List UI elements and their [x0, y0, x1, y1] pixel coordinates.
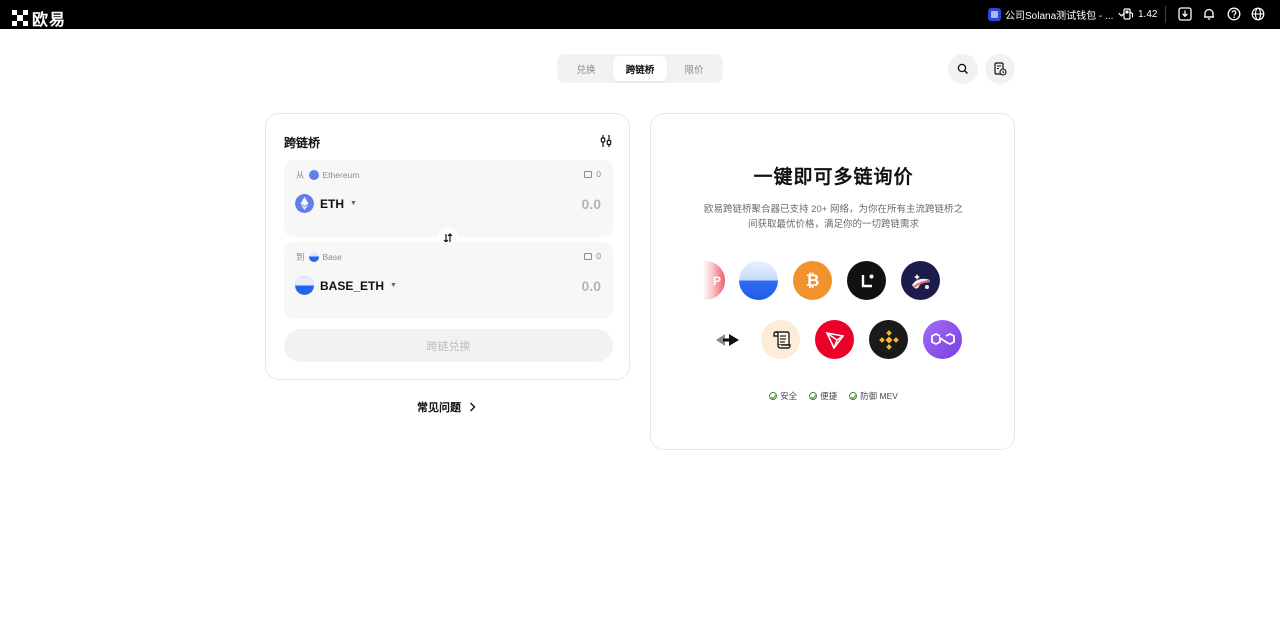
okx-logo[interactable]: 欧易 [12, 6, 66, 30]
wallet-selector[interactable]: 公司Solana测试钱包 - ... [988, 7, 1126, 22]
top-nav-bar: 欧易 公司Solana测试钱包 - ... 1.42 [0, 0, 1280, 29]
to-panel: 到 Base 0 BASE_ETH ▼ 0.0 [284, 242, 613, 319]
caret-down-icon: ▼ [350, 200, 357, 207]
bridge-title: 跨链桥 [284, 136, 321, 150]
bnb-diamond-icon [878, 329, 899, 350]
tab-limit[interactable]: 限价 [667, 56, 721, 81]
wallet-name: 公司Solana测试钱包 - ... [1005, 11, 1114, 22]
from-balance: 0 [584, 169, 601, 179]
from-prefix: 从 [296, 170, 305, 180]
wallet-balance-icon [584, 170, 593, 178]
download-icon[interactable] [1178, 7, 1192, 21]
wallet-icon [988, 8, 1001, 21]
check-circle-icon [809, 392, 818, 400]
help-icon[interactable] [1227, 7, 1241, 21]
settings-sliders-icon[interactable] [599, 134, 613, 148]
history-button[interactable] [985, 54, 1015, 84]
polygon-icon [923, 320, 962, 359]
to-chain-selector[interactable]: 到 Base [296, 251, 342, 263]
bridge-swap-button[interactable]: 跨链兑换 [284, 329, 613, 362]
from-token-selector[interactable]: ETH ▼ [295, 194, 357, 213]
bnb-icon [869, 320, 908, 359]
base-eth-token-icon [295, 276, 314, 295]
promo-features: 安全 便捷 防御 MEV [651, 390, 1016, 402]
to-balance: 0 [584, 251, 601, 261]
from-panel: 从 Ethereum 0 ETH ▼ 0.0 [284, 160, 613, 237]
feature-convenient-label: 便捷 [820, 391, 838, 401]
scroll-coin-icon [761, 320, 800, 359]
starknet-coin-icon [901, 261, 940, 300]
feature-mev-label: 防御 MEV [860, 391, 898, 401]
gas-indicator[interactable]: 1.42 [1123, 8, 1157, 20]
topbar-divider [1165, 6, 1166, 23]
from-chain-name: Ethereum [322, 170, 360, 180]
polygon-links-icon [930, 332, 955, 345]
to-token-symbol: BASE_ETH [320, 278, 385, 293]
faq-label: 常见问题 [417, 402, 461, 414]
okx-logo-icon [12, 10, 28, 26]
ethereum-chain-icon [308, 170, 319, 180]
from-chain-selector[interactable]: 从 Ethereum [296, 169, 359, 181]
mode-tabs: 兑换 跨链桥 限价 [557, 54, 723, 83]
bell-icon[interactable] [1202, 7, 1216, 21]
bridge-card: 跨链桥 从 Ethereum 0 ETH ▼ 0.0 到 Base 0 BASE… [265, 113, 630, 380]
partial-p-coin-icon: P [703, 261, 725, 300]
bitcoin-icon: ₿ [793, 261, 832, 300]
to-balance-value: 0 [596, 251, 601, 261]
from-balance-value: 0 [596, 169, 601, 179]
base-coin-icon [739, 261, 778, 300]
to-amount-output: 0.0 [581, 278, 601, 294]
to-chain-name: Base [322, 252, 342, 262]
wallet-balance-icon [584, 252, 593, 260]
tab-swap[interactable]: 兑换 [559, 56, 613, 81]
eth-token-icon [295, 194, 314, 213]
tab-bridge[interactable]: 跨链桥 [613, 56, 667, 81]
from-amount-input[interactable]: 0.0 [582, 196, 601, 212]
to-token-selector[interactable]: BASE_ETH ▼ [295, 276, 397, 295]
chevron-right-icon [470, 402, 476, 412]
check-circle-icon [849, 392, 858, 400]
tron-triangle-icon [825, 331, 844, 350]
base-chain-icon [308, 252, 319, 262]
faq-link[interactable]: 常见问题 [417, 399, 476, 415]
tron-icon [815, 320, 854, 359]
search-icon [957, 63, 968, 74]
caret-down-icon: ▼ [390, 282, 397, 289]
promo-description: 欧易跨链桥聚合器已支持 20+ 网络，为你在所有主流跨链桥之间获取最优价格，满足… [704, 204, 963, 230]
linea-coin-icon [847, 261, 886, 300]
history-icon [993, 62, 1007, 76]
gas-value: 1.42 [1138, 8, 1158, 20]
feature-safe: 安全 [769, 390, 797, 402]
feature-mev: 防御 MEV [849, 390, 898, 402]
double-arrow-icon [715, 333, 739, 346]
to-prefix: 到 [296, 252, 305, 262]
promo-card: 一键即可多链询价 欧易跨链桥聚合器已支持 20+ 网络，为你在所有主流跨链桥之间… [650, 113, 1015, 450]
starknet-swoosh-icon [911, 273, 930, 289]
gas-icon [1123, 8, 1134, 20]
from-token-symbol: ETH [320, 196, 344, 211]
feature-safe-label: 安全 [780, 391, 798, 401]
globe-icon[interactable] [1251, 7, 1265, 21]
logo-text: 欧易 [32, 12, 67, 29]
search-button[interactable] [948, 54, 978, 84]
bridge-arrows-icon [707, 320, 746, 359]
check-circle-icon [769, 392, 778, 400]
linea-l-icon [861, 274, 873, 287]
promo-title: 一键即可多链询价 [753, 167, 914, 188]
feature-convenient: 便捷 [809, 390, 837, 402]
scroll-paper-icon [772, 330, 791, 349]
